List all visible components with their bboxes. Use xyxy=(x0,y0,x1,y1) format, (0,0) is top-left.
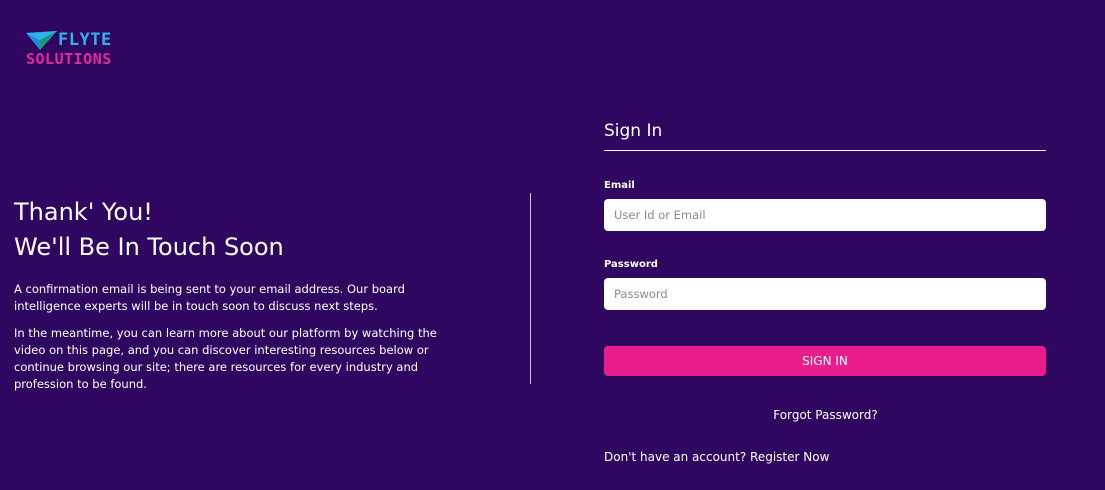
password-field[interactable] xyxy=(604,278,1046,310)
heading-line-in-touch: We'll Be In Touch Soon xyxy=(14,233,284,261)
email-label: Email xyxy=(604,180,635,191)
sign-in-button[interactable]: SIGN IN xyxy=(604,346,1046,376)
confirmation-message: Thank' You! We'll Be In Touch Soon A con… xyxy=(14,195,464,393)
register-prompt: Don't have an account? xyxy=(604,450,747,464)
sign-in-form: Sign In Email Password SIGN IN Forgot Pa… xyxy=(604,119,1046,465)
sign-in-title: Sign In xyxy=(604,119,1046,151)
logo-text-flyte: FLYTE xyxy=(58,30,112,50)
email-field[interactable] xyxy=(604,199,1046,231)
logo-text-solutions: SOLUTIONS xyxy=(26,50,112,68)
flyte-solutions-logo[interactable]: FLYTE SOLUTIONS xyxy=(26,30,136,72)
forgot-password-link[interactable]: Forgot Password? xyxy=(605,407,1046,423)
password-label: Password xyxy=(604,259,658,270)
confirmation-paragraph: A confirmation email is being sent to yo… xyxy=(14,282,405,313)
register-row: Don't have an account? Register Now xyxy=(604,449,1046,465)
page-heading: Thank' You! We'll Be In Touch Soon xyxy=(14,195,464,265)
resources-paragraph: In the meantime, you can learn more abou… xyxy=(14,326,437,391)
heading-line-thank-you: Thank' You! xyxy=(14,198,153,226)
register-now-link[interactable]: Register Now xyxy=(750,450,829,464)
vertical-divider xyxy=(530,193,531,384)
paper-plane-icon xyxy=(26,31,57,50)
page: FLYTE SOLUTIONS Thank' You! We'll Be In … xyxy=(0,0,1105,490)
